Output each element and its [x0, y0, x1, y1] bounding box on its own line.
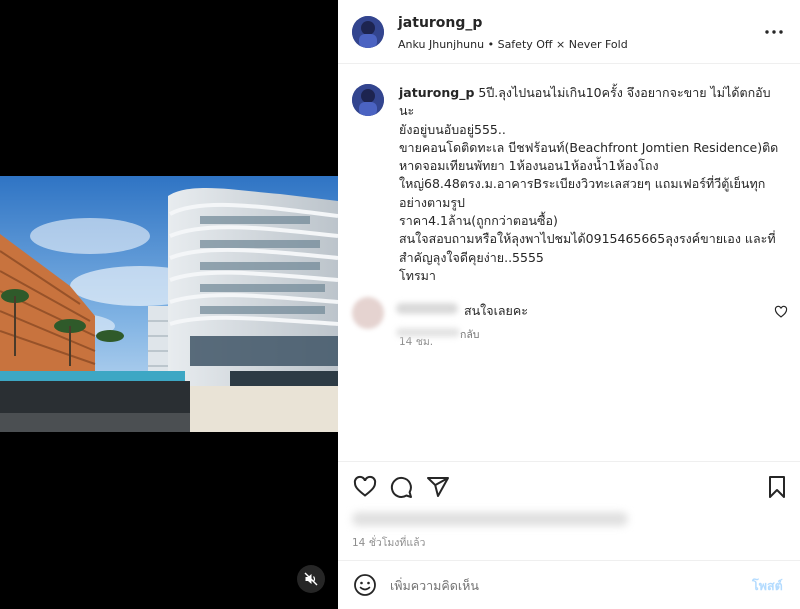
mute-button[interactable]	[297, 565, 325, 593]
speaker-muted-icon	[304, 572, 318, 586]
like-button[interactable]	[352, 474, 378, 500]
heart-outline-icon	[353, 475, 377, 497]
more-options-button[interactable]	[762, 22, 786, 42]
comment-like-icon[interactable]	[774, 305, 788, 319]
reply-button[interactable]: กลับ	[460, 326, 479, 343]
comment-item: สนใจเลยคะ กลับ	[338, 290, 800, 350]
caption-username[interactable]: jaturong_p	[399, 85, 474, 100]
blurred-likes-summary	[352, 512, 628, 526]
comment-bubble-icon	[390, 476, 412, 498]
post-media[interactable]	[0, 0, 338, 609]
save-button[interactable]	[764, 474, 790, 500]
post-timestamp: 14 ชั่วโมงที่แล้ว	[352, 537, 426, 549]
avatar[interactable]	[352, 16, 384, 48]
blurred-commenter-name	[396, 303, 458, 314]
bookmark-icon	[769, 476, 785, 498]
caption-avatar[interactable]	[352, 84, 384, 116]
caption-text: jaturong_p 5ปี.ลุงไปนอนไม่เกิน10ครั้ง จึ…	[399, 84, 779, 285]
share-button[interactable]	[425, 474, 451, 500]
post-actions: 14 ชั่วโมงที่แล้ว	[338, 461, 800, 561]
comment-composer: โพสต์	[338, 560, 800, 609]
ellipsis-icon	[765, 30, 783, 34]
post-photo[interactable]	[0, 176, 338, 432]
comment-button[interactable]	[388, 474, 414, 500]
audio-subtitle[interactable]: Anku Jhunjhunu • Safety Off × Never Fold	[398, 38, 628, 51]
post-details-panel: jaturong_p Anku Jhunjhunu • Safety Off ×…	[338, 0, 800, 609]
comment-input[interactable]	[390, 574, 710, 596]
emoji-smile-icon[interactable]	[353, 573, 377, 597]
header-username[interactable]: jaturong_p	[398, 15, 482, 31]
blurred-comment-meta	[396, 328, 460, 337]
caption-body: 5ปี.ลุงไปนอนไม่เกิน10ครั้ง จึงอยากจะขาย …	[399, 85, 779, 283]
post-comment-button[interactable]: โพสต์	[752, 576, 783, 596]
commenter-avatar[interactable]	[352, 297, 384, 329]
post-header: jaturong_p Anku Jhunjhunu • Safety Off ×…	[338, 0, 800, 64]
comment-text: สนใจเลยคะ	[464, 303, 528, 318]
paper-plane-icon	[427, 477, 449, 497]
